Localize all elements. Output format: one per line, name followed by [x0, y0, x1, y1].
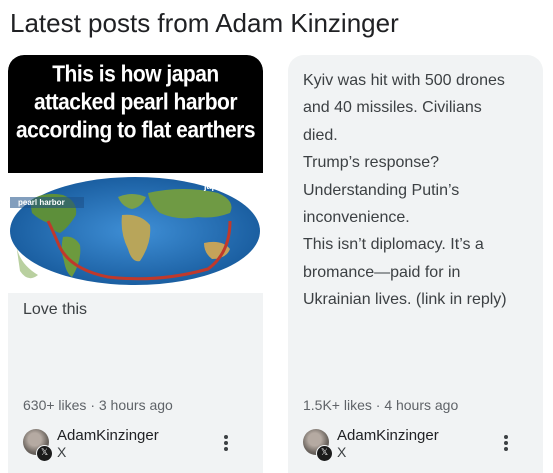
post-card[interactable]: This is how japan attacked pearl harbor … — [8, 55, 263, 473]
author-name[interactable]: AdamKinzinger — [337, 427, 439, 444]
world-map-image: pearl harbor japan — [8, 173, 263, 293]
section-title: Latest posts from Adam Kinzinger — [10, 8, 399, 38]
x-logo-icon: 𝕏 — [316, 445, 333, 462]
meme-line: This is how japan — [52, 61, 219, 88]
post-text-line: Trump’s response? — [303, 154, 440, 172]
meme-caption: This is how japan attacked pearl harbor … — [8, 55, 263, 173]
post-text-line: Ukrainian lives. (link in reply) — [303, 291, 507, 309]
post-text-line: Kyiv was hit with 500 drones — [303, 72, 505, 89]
map-label-pearl-harbor: pearl harbor — [18, 198, 65, 207]
meme-line: attacked pearl harbor — [33, 89, 238, 116]
post-text-line: bromance—paid for in — [303, 263, 461, 281]
post-text[interactable]: Love this — [23, 301, 87, 319]
post-meta: 630+ likes · 3 hours ago — [23, 397, 173, 413]
post-author[interactable]: 𝕏 AdamKinzinger X — [303, 427, 533, 463]
author-name[interactable]: AdamKinzinger — [57, 427, 159, 444]
author-source: X — [337, 444, 347, 460]
meme-line: according to flat earthers — [15, 117, 256, 144]
x-logo-icon: 𝕏 — [36, 445, 53, 462]
more-vert-icon[interactable] — [494, 431, 518, 455]
map-label-japan: japan — [203, 181, 228, 191]
post-text-line: This isn’t diplomacy. It’s a — [303, 236, 484, 254]
post-text-line: inconvenience. — [303, 209, 410, 227]
post-card[interactable]: Kyiv was hit with 500 drones and 40 miss… — [288, 55, 543, 473]
world-map-icon: pearl harbor japan — [10, 177, 260, 285]
author-source: X — [57, 444, 67, 460]
post-image[interactable]: This is how japan attacked pearl harbor … — [8, 55, 263, 293]
more-vert-icon[interactable] — [214, 431, 238, 455]
post-text-line: died. — [303, 126, 338, 144]
post-text-line: Understanding Putin’s — [303, 181, 460, 199]
post-text-line: and 40 missiles. Civilians — [303, 99, 482, 117]
post-meta: 1.5K+ likes · 4 hours ago — [303, 397, 459, 413]
post-author[interactable]: 𝕏 AdamKinzinger X — [23, 427, 253, 463]
post-text[interactable]: Kyiv was hit with 500 drones and 40 miss… — [303, 67, 538, 314]
